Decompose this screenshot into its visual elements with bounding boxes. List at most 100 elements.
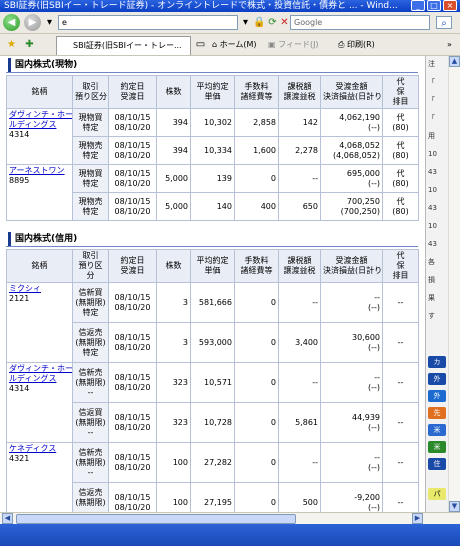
sidebar-badge[interactable]: 外 [428,390,446,402]
dropdown-arrow-icon[interactable]: ▾ [43,16,56,29]
price-cell: 27,282 [190,442,235,483]
cell-value: 特定 [82,206,99,216]
cell-value: (80) [392,122,409,132]
collateral-cell: 代 (80) [382,164,419,193]
tax-cell: -- [278,282,321,323]
lock-icon[interactable]: 🔒 [253,16,266,29]
price-cell: 10,334 [190,136,235,165]
cell-value: (--) [367,302,380,312]
column-header-label: 預り区分 [75,92,107,101]
minimize-button[interactable]: _ [411,0,425,11]
stock-name-line: ケネディクス [9,444,57,453]
stock-name-link[interactable]: ミクシィ [9,284,41,293]
forward-icon[interactable]: ▶ [24,14,41,31]
close-button[interactable]: × [443,0,457,11]
sidebar-badge[interactable]: 住 [428,458,446,470]
search-icon[interactable]: ⌕ [436,16,452,29]
maximize-button[interactable]: □ [427,0,441,11]
date-cell: 08/10/15 08/10/20 [108,482,157,512]
column-header-label: 株数 [165,87,182,96]
stock-code: 4314 [9,384,30,393]
column-header-label: 課税額 [287,82,312,91]
add-favorite-icon[interactable]: ✚ [23,38,36,51]
fee-cell: 2,858 [234,108,279,137]
cell-value: 10,334 [204,145,232,155]
table-row: ケネディクス 4321 信新売 (無期限) -- 08/10/15 08/10/20 100 2… [6,442,419,512]
cell-value: -9,200 [354,492,380,502]
cell-value: 27,195 [204,497,232,507]
home-button[interactable]: ⌂ ホーム(M) [212,38,257,52]
cell-value: 500 [302,497,318,507]
back-icon[interactable]: ◀ [3,14,20,31]
qty-cell: 3 [156,282,191,323]
scroll-left-icon[interactable]: ◀ [2,513,13,524]
trade-type-cell: 信返売 (無期限) -- [72,482,109,512]
cell-value: 700,250 [346,196,380,206]
sidebar-item: 各 [428,258,435,266]
cell-value: 140 [216,201,232,211]
date-cell: 08/10/15 08/10/20 [108,442,157,483]
scroll-right-icon[interactable]: ▶ [412,513,423,524]
new-tab-icon[interactable]: ▭ [194,38,207,51]
stock-name-line: ルディングス [9,120,57,129]
taskbar [0,524,460,546]
margin-table: 銘柄 取引 預り区分約定日 受渡日 株数 平均約定 単価 手数料 諸経費等 課税額 譲渡益税 受渡金額… [6,249,419,512]
address-bar[interactable]: e [58,15,238,30]
section-divider [6,72,418,73]
amount-cell: 44,939 (--) [320,402,383,443]
tax-cell: 142 [278,108,321,137]
cell-value: 08/10/20 [114,462,151,472]
sidebar-badge[interactable]: 外 [428,373,446,385]
stock-name-link[interactable]: ダヴィンチ・ホー ルディングス [9,110,72,129]
sidebar-badge[interactable]: カ [428,356,446,368]
cell-value: 信返買 [78,407,103,417]
stock-name-cell: ミクシィ 2121 [6,282,73,363]
scroll-up-icon[interactable]: ▲ [449,56,460,67]
table-row: ミクシィ 2121 信新買 (無期限) 特定 08/10/15 08/10/20 3 581,6… [6,282,419,363]
column-header: 平均約定 単価 [190,75,235,109]
cell-value: 100 [172,457,188,467]
column-header-label: 課税額 [287,256,312,265]
cell-value: 0 [270,377,276,387]
cell-value: 5,000 [165,173,188,183]
stock-name-link[interactable]: アーネストワン [9,166,65,175]
window-titlebar: SBI証券(旧SBIイー・トレード証券) - オンライントレードで株式・投資信託… [0,0,460,12]
cell-value: 現物買 [78,112,103,122]
column-header: 課税額 譲渡益税 [278,75,321,109]
trade-type-cell: 現物買 特定 [72,164,109,193]
price-cell: 10,302 [190,108,235,137]
stock-name-link[interactable]: ケネディクス [9,444,56,453]
collateral-cell: 代 (80) [382,192,419,221]
print-button[interactable]: ⎙ 印刷(R) [338,38,375,52]
column-header: 銘柄 [6,249,73,283]
cell-value: 10,728 [204,417,232,427]
cell-value: -- [374,292,380,302]
chevron-right-icon[interactable]: » [447,38,452,52]
tax-cell: 500 [278,482,321,512]
sidebar-badge[interactable]: 米 [428,441,446,453]
search-input[interactable]: Google [290,15,430,30]
trade-type-cell: 信返売 (無期限) 特定 [72,322,109,363]
price-cell: 27,195 [190,482,235,512]
feed-button[interactable]: ▣ フィード(J) [268,38,319,52]
column-header-label: 単価 [204,92,221,101]
horizontal-scrollbar[interactable]: ◀ ▶ [0,512,460,524]
qty-cell: 394 [156,108,191,137]
stock-name-link[interactable]: ダヴィンチ・ホー ルディングス [9,364,72,383]
cell-value: (無期限) [75,457,106,467]
cell-value: 08/10/20 [114,502,151,512]
browser-tab[interactable]: SBI証券(旧SBIイー・トレー... [56,36,191,55]
scroll-down-icon[interactable]: ▼ [449,501,460,512]
favorites-star-icon[interactable]: ★ [5,38,18,51]
sidebar-badge[interactable]: パ [428,488,446,500]
sidebar-badge[interactable]: 先 [428,407,446,419]
cell-value: (--) [367,462,380,472]
sidebar-badge[interactable]: 米 [428,424,446,436]
scrollbar-thumb[interactable] [16,514,296,524]
qty-cell: 323 [156,402,191,443]
address-dropdown-icon[interactable]: ▾ [239,16,252,29]
sidebar-item: 10 [428,150,437,158]
cell-value: 27,282 [204,457,232,467]
sidebar-scrollbar[interactable]: ▲ ▼ [448,56,460,512]
collateral-cell: -- [382,442,419,483]
